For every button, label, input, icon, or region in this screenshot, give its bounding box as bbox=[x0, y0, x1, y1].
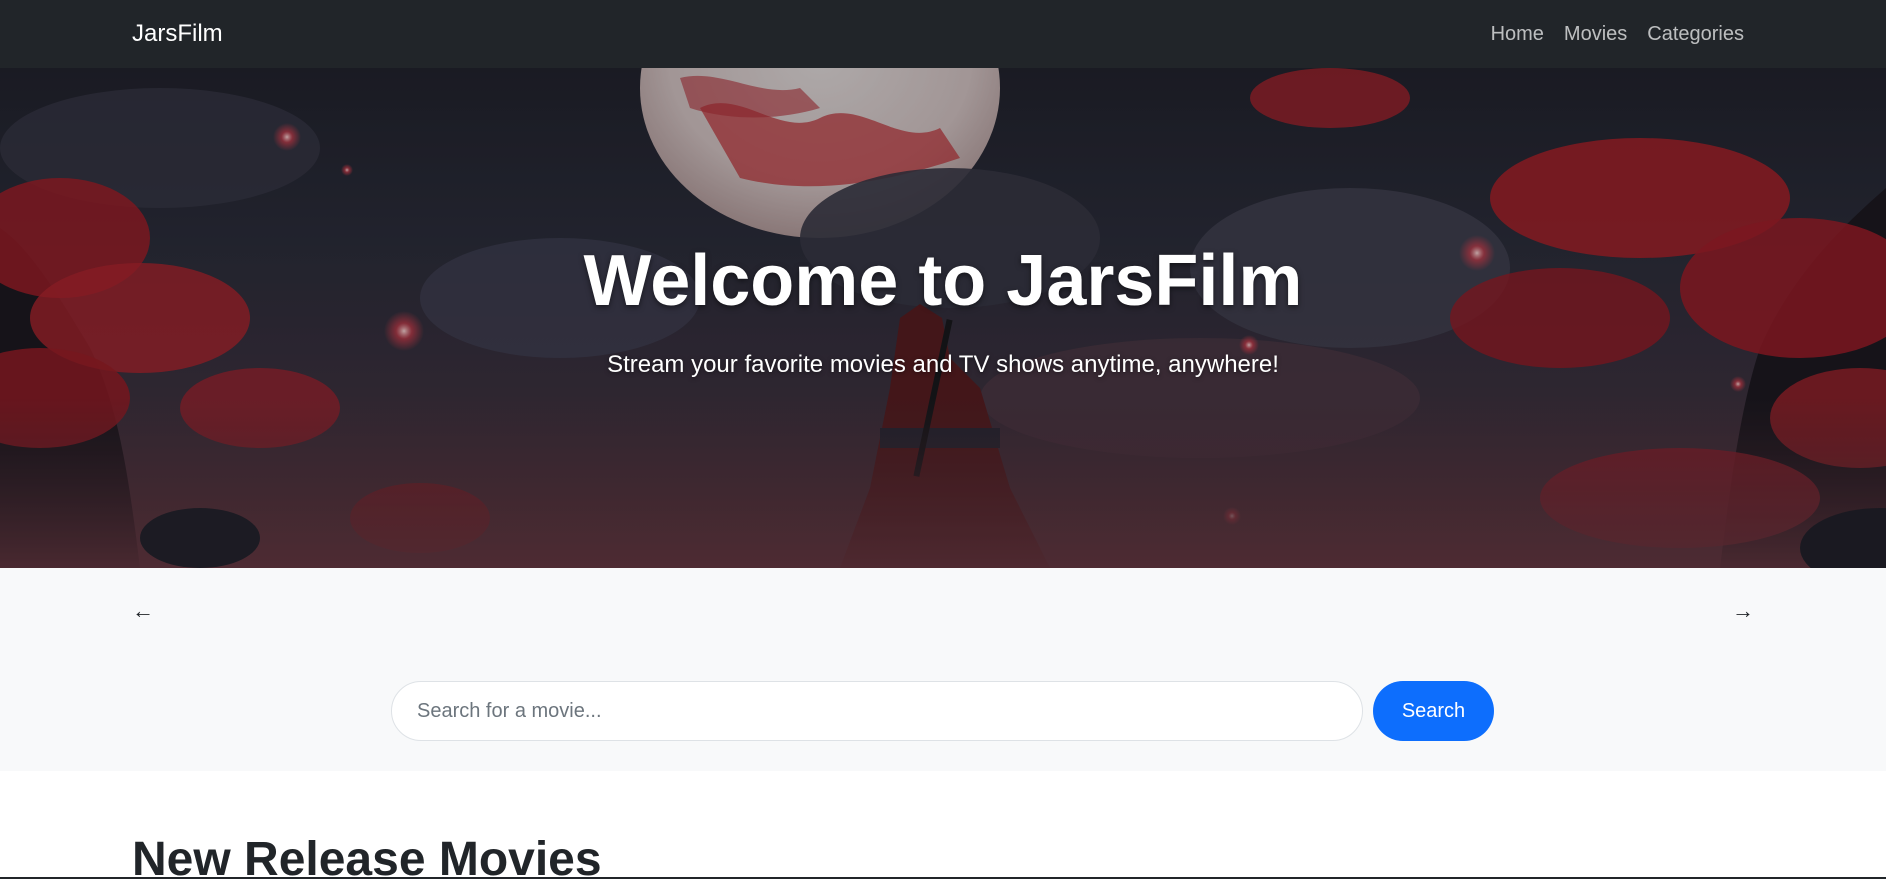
nav-link-movies[interactable]: Movies bbox=[1564, 23, 1627, 46]
new-release-heading: New Release Movies bbox=[132, 833, 602, 879]
hero-title: Welcome to JarsFilm bbox=[583, 241, 1303, 321]
top-navbar: JarsFilm Home Movies Categories bbox=[0, 0, 1886, 68]
carousel-next-button[interactable]: → bbox=[1732, 598, 1754, 624]
carousel-prev-button[interactable]: ← bbox=[132, 598, 154, 624]
nav-link-home[interactable]: Home bbox=[1491, 23, 1544, 46]
nav-link-categories[interactable]: Categories bbox=[1647, 23, 1744, 46]
carousel-and-search-section: ← → Search bbox=[0, 568, 1886, 771]
nav-links: Home Movies Categories bbox=[1491, 0, 1744, 68]
search-input[interactable] bbox=[391, 681, 1363, 741]
hero-banner: Welcome to JarsFilm Stream your favorite… bbox=[0, 68, 1886, 568]
hero-subtitle: Stream your favorite movies and TV shows… bbox=[607, 351, 1279, 378]
brand-logo[interactable]: JarsFilm bbox=[132, 0, 223, 68]
search-button[interactable]: Search bbox=[1373, 681, 1494, 741]
